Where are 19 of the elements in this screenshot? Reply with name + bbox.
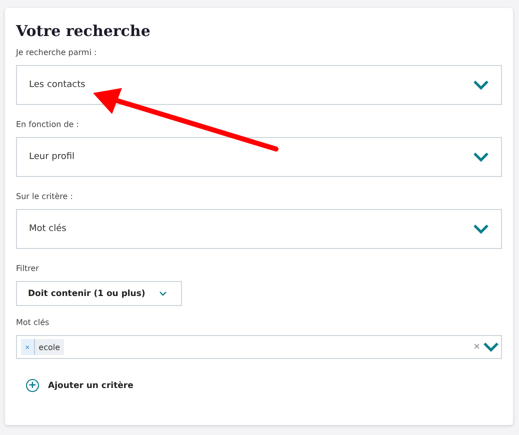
card-title: Votre recherche [16, 22, 150, 40]
select-field[interactable]: Mot clés [16, 209, 502, 249]
chevron-down-icon [483, 342, 499, 352]
chevron-down-icon [159, 291, 167, 296]
field-label: En fonction de : [16, 120, 79, 129]
field-label: Filtrer [16, 264, 39, 273]
select-field[interactable]: Les contacts [16, 65, 502, 105]
chevron-down-icon [473, 224, 489, 234]
keywords-field[interactable]: × ecole × [16, 335, 502, 359]
select-field[interactable]: Leur profil [16, 137, 502, 177]
tag-text: ecole [38, 342, 62, 352]
clear-button[interactable]: × [474, 341, 480, 353]
filter-dropdown[interactable]: Doit contenir (1 ou plus) [16, 281, 182, 306]
chevron-down-icon [473, 152, 489, 162]
field-label: Je recherche parmi : [16, 48, 97, 57]
field-label: Sur le critère : [16, 192, 73, 201]
chevron-down-icon [473, 80, 489, 90]
field-label: Mot clés [16, 318, 50, 327]
add-criterion-button[interactable]: + Ajouter un critère [26, 379, 134, 392]
